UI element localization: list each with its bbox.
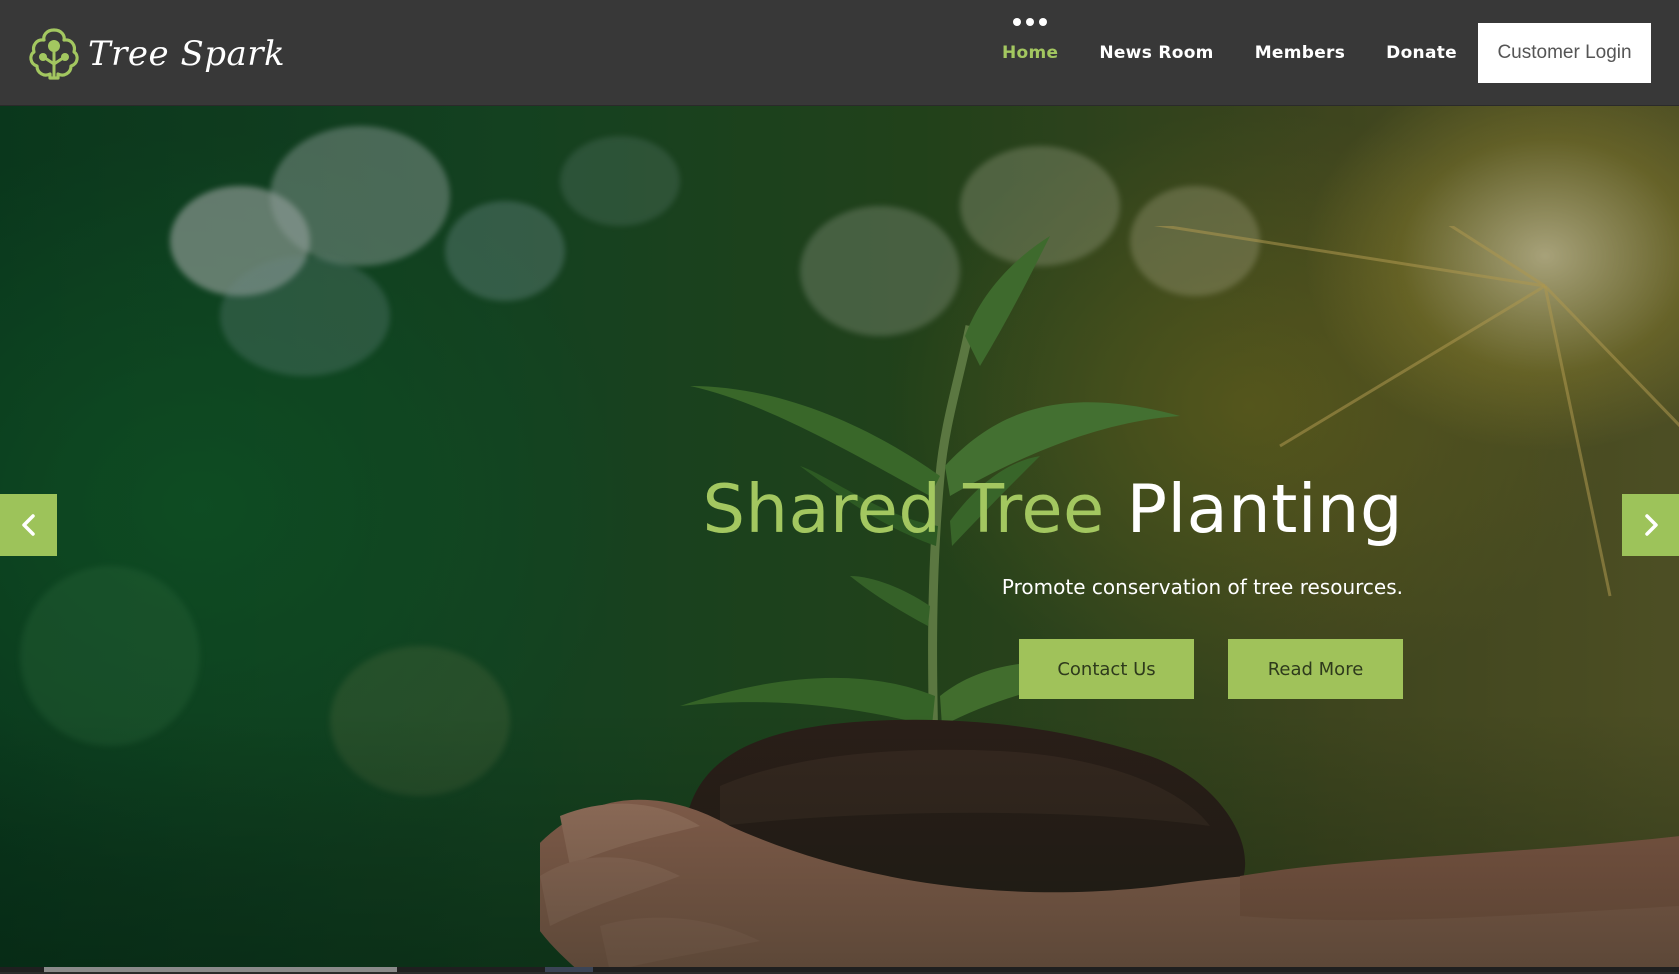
- dots-icon: [1013, 18, 1048, 26]
- nav-item-news-room[interactable]: News Room: [1099, 43, 1213, 63]
- hero-buttons: Contact Us Read More: [603, 639, 1403, 699]
- hero-title-rest: Planting: [1126, 470, 1403, 548]
- hero-bottom-shade: [0, 712, 1679, 972]
- chevron-left-icon: [21, 514, 35, 536]
- read-more-button[interactable]: Read More: [1228, 639, 1403, 699]
- slider-next-button[interactable]: [1622, 494, 1679, 556]
- slide-progress-track: [0, 967, 1679, 972]
- nav-item-home[interactable]: Home: [1001, 18, 1059, 63]
- nav-item-members[interactable]: Members: [1255, 43, 1345, 63]
- slider-prev-button[interactable]: [0, 494, 57, 556]
- tree-icon: [29, 28, 79, 80]
- hero-slider: Shared Tree Planting Promote conservatio…: [0, 106, 1679, 972]
- hero-caption: Shared Tree Planting Promote conservatio…: [603, 476, 1403, 699]
- contact-us-button[interactable]: Contact Us: [1019, 639, 1194, 699]
- slide-progress-fill: [44, 967, 397, 972]
- hero-title: Shared Tree Planting: [603, 476, 1403, 543]
- hero-title-highlight: Shared Tree: [702, 470, 1105, 548]
- brand-name: Tree Spark: [88, 34, 286, 74]
- nav-item-label: News Room: [1099, 43, 1214, 63]
- nav-item-label: Home: [1001, 43, 1059, 63]
- nav-item-label: Members: [1254, 43, 1346, 63]
- hero-subtitle: Promote conservation of tree resources.: [1001, 575, 1403, 599]
- main-nav: Home News Room Members Donate Customer L…: [1002, 0, 1679, 106]
- customer-login-button[interactable]: Customer Login: [1478, 23, 1651, 83]
- slide-progress-marker: [545, 967, 593, 972]
- logo[interactable]: Tree Spark: [26, 26, 285, 82]
- chevron-right-icon: [1644, 514, 1658, 536]
- nav-item-label: Donate: [1386, 43, 1457, 63]
- site-header: Tree Spark Home News Room Members Donate…: [0, 0, 1679, 106]
- nav-item-donate[interactable]: Donate: [1386, 43, 1457, 63]
